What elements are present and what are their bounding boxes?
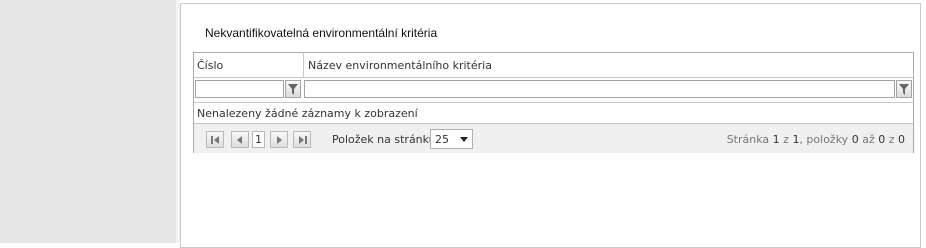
filter-icon	[899, 84, 909, 95]
grid-pager: 1 Položek na stránku 25 Stránka 1 z 1, p…	[194, 123, 913, 153]
chevron-down-icon	[460, 137, 468, 142]
page-info-of: z	[783, 133, 789, 146]
page-info: Stránka 1 z 1, položky 0 až 0 z 0	[727, 133, 905, 146]
filter-icon	[288, 84, 298, 95]
criteria-grid: Číslo Název environmentálního kritéria N…	[193, 52, 914, 153]
next-page-icon	[277, 136, 282, 144]
filter-button-nazev[interactable]	[896, 80, 912, 98]
prev-page-button[interactable]	[231, 131, 249, 148]
content-panel: Nekvantifikovatelná environmentální krit…	[180, 3, 921, 248]
filter-input-cislo[interactable]	[195, 80, 284, 98]
page-info-items: , položky	[799, 133, 849, 146]
items-per-page-label: Položek na stránku	[332, 133, 436, 146]
first-page-button[interactable]	[206, 131, 224, 148]
left-sidebar	[0, 0, 176, 243]
page-info-prefix: Stránka	[726, 133, 770, 146]
page-info-to-word: až	[862, 133, 875, 146]
empty-records-message: Nenalezeny žádné záznamy k zobrazení	[197, 107, 418, 120]
first-page-icon	[211, 136, 219, 144]
prev-page-icon	[237, 136, 242, 144]
filter-input-nazev[interactable]	[304, 80, 895, 98]
page-info-page: 1	[772, 133, 780, 146]
last-page-icon	[299, 136, 307, 144]
items-per-page-value: 25	[435, 133, 449, 146]
column-divider	[303, 53, 304, 77]
page-info-total-items: 0	[898, 133, 905, 146]
filter-button-cislo[interactable]	[285, 80, 301, 98]
column-header-cislo[interactable]: Číslo	[197, 59, 223, 72]
page-info-of-items: z	[888, 133, 895, 146]
next-page-button[interactable]	[270, 131, 288, 148]
filter-row	[194, 77, 913, 103]
section-title: Nekvantifikovatelná environmentální krit…	[205, 26, 438, 40]
grid-header: Číslo Název environmentálního kritéria	[194, 53, 913, 78]
last-page-button[interactable]	[293, 131, 311, 148]
page-info-from: 0	[851, 133, 859, 146]
column-header-nazev[interactable]: Název environmentálního kritéria	[308, 59, 492, 72]
items-per-page-select[interactable]: 25	[430, 129, 473, 149]
current-page-number[interactable]: 1	[252, 131, 265, 148]
page-info-to: 0	[878, 133, 886, 146]
